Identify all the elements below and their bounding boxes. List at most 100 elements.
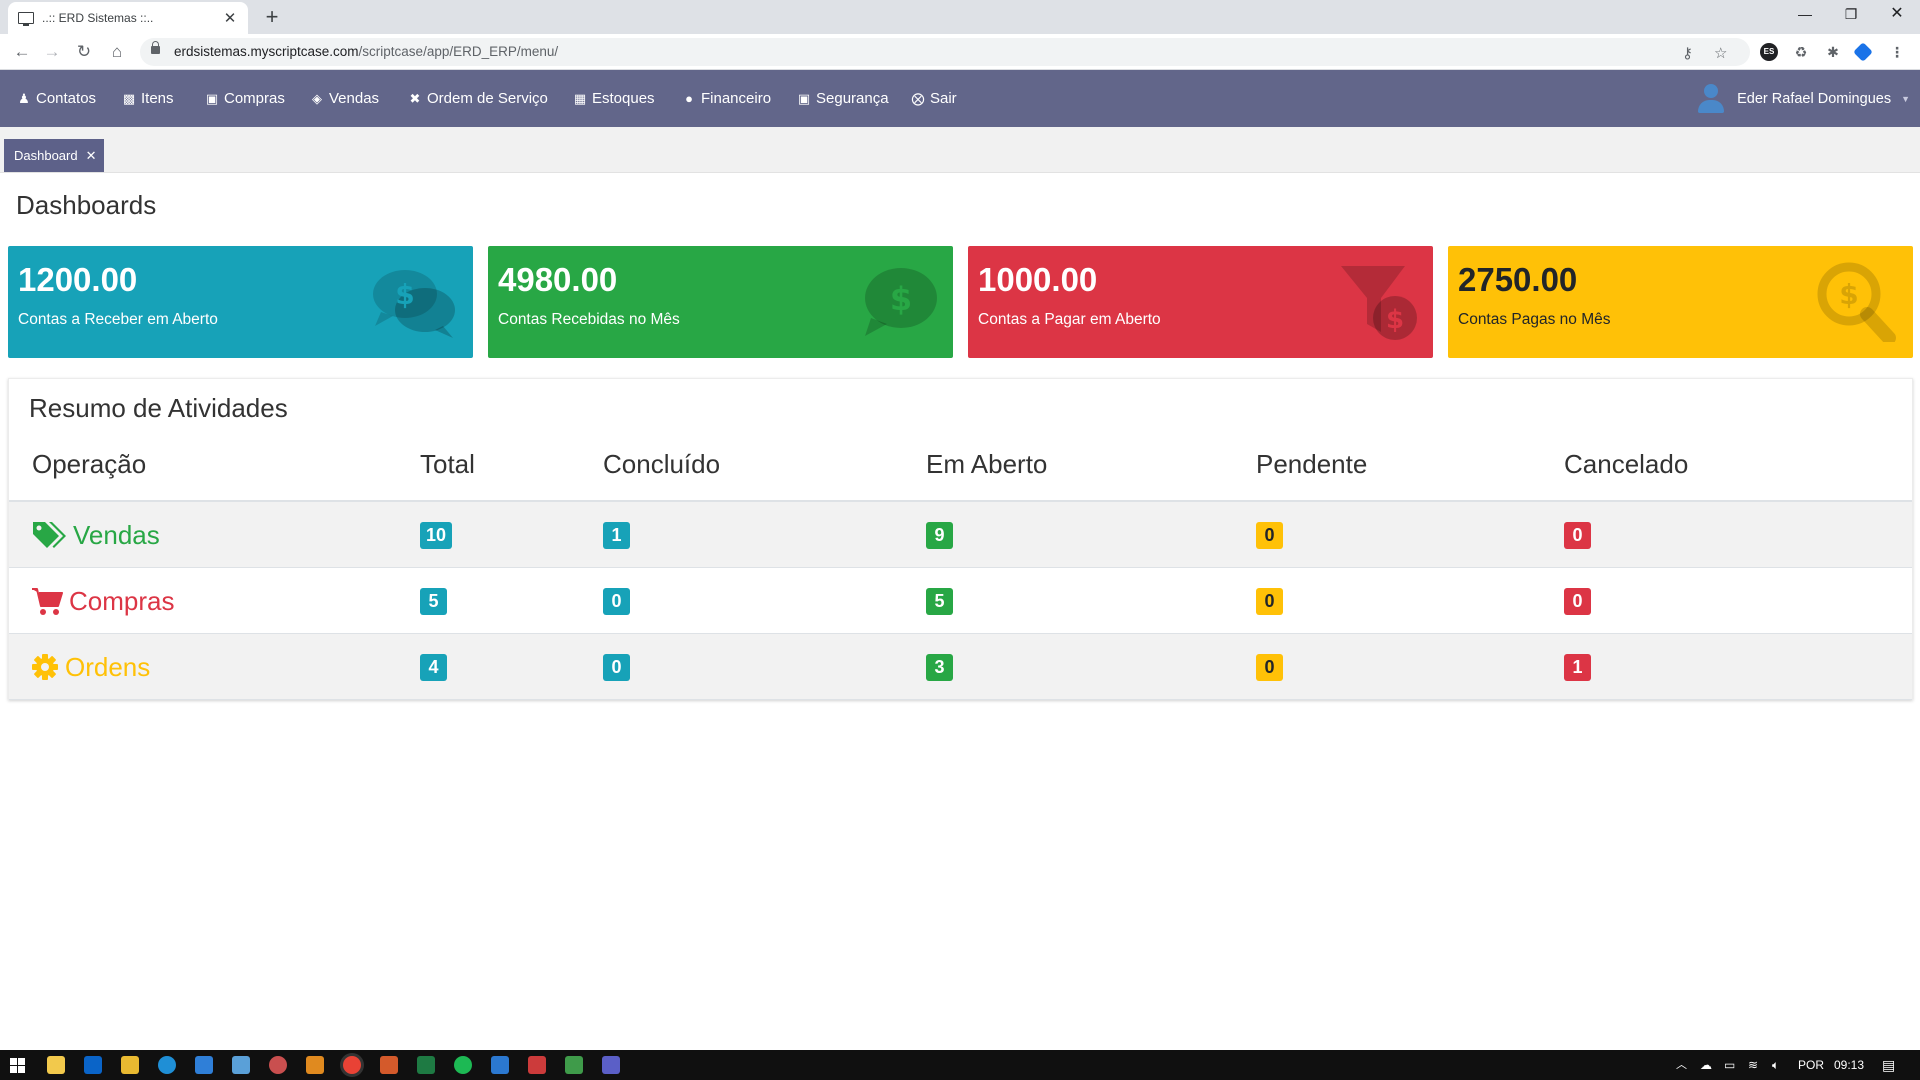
shopping-bag-icon: ▣ <box>205 90 219 106</box>
file-explorer-icon[interactable] <box>47 1056 65 1074</box>
comments-dollar-icon: $ <box>373 270 455 338</box>
browser-tab[interactable]: ..:: ERD Sistemas ::.. ✕ <box>8 2 248 34</box>
card-value: 1000.00 <box>978 261 1098 298</box>
svg-text:$: $ <box>890 280 912 318</box>
operation-label: Vendas <box>73 519 160 550</box>
back-button[interactable]: ← <box>8 38 36 66</box>
warehouse-icon: ▦ <box>573 90 587 106</box>
notifications-icon[interactable]: ▤ <box>1882 1050 1895 1080</box>
clock[interactable]: 09:13 <box>1834 1050 1864 1080</box>
sublime-icon[interactable] <box>306 1056 324 1074</box>
volume-icon[interactable]: 🔈︎ <box>1772 1050 1779 1080</box>
chevron-down-icon: ▼ <box>1901 93 1910 104</box>
badge-total: 10 <box>420 522 453 549</box>
app-icon[interactable] <box>269 1056 287 1074</box>
money-icon: ● <box>685 91 693 106</box>
spreadsheet-icon[interactable] <box>565 1056 583 1074</box>
operation-ordens[interactable]: Ordens <box>31 634 150 700</box>
extensions-puzzle-icon[interactable]: ✱ <box>1824 43 1842 61</box>
user-menu[interactable]: Eder Rafael Domingues ▼ <box>1697 70 1910 127</box>
minimize-button[interactable]: — <box>1782 0 1828 30</box>
menu-item-financeiro[interactable]: ● Financeiro <box>681 70 771 127</box>
outlook-icon[interactable] <box>84 1056 102 1074</box>
menu-item-compras[interactable]: ▣ Compras <box>204 70 285 127</box>
bookmark-star-icon[interactable]: ☆ <box>1714 44 1727 62</box>
svg-text:$: $ <box>1386 305 1404 335</box>
main-menu: ♟ Contatos ▩ Itens ▣ Compras ◈ Vendas ✖ Ordem… <box>0 70 1920 127</box>
windows-start-icon[interactable] <box>10 1058 25 1073</box>
badge-pendente: 0 <box>1256 522 1283 549</box>
menu-item-sair[interactable]: ⨂ Sair <box>910 70 957 127</box>
card-contas-a-receber: 1200.00 Contas a Receber em Aberto $ <box>8 246 473 358</box>
address-bar[interactable]: erdsistemas.myscriptcase.com/scriptcase/… <box>140 38 1750 66</box>
table-row: Vendas 10 1 9 0 0 <box>9 502 1912 568</box>
excel-icon[interactable] <box>417 1056 435 1074</box>
wifi-icon[interactable]: ≋ <box>1748 1050 1758 1080</box>
tab-dashboard-label: Dashboard <box>14 148 78 163</box>
column-header: Total <box>420 449 475 479</box>
notepad-icon[interactable] <box>232 1056 250 1074</box>
tags-icon <box>33 522 66 548</box>
close-icon[interactable]: ✕ <box>86 148 97 164</box>
reload-button[interactable]: ↻ <box>70 38 98 66</box>
card-contas-recebidas: 4980.00 Contas Recebidas no Mês $ <box>488 246 953 358</box>
tab-dashboard[interactable]: Dashboard ✕ <box>4 139 104 172</box>
new-tab-button[interactable]: + <box>258 4 286 32</box>
browser-menu-icon[interactable]: ⋮ <box>1888 43 1906 61</box>
summary-title: Resumo de Atividades <box>29 393 288 423</box>
menu-item-ordem-de-servico[interactable]: ✖ Ordem de Serviço <box>407 70 548 127</box>
chevron-up-icon[interactable]: ︿ <box>1676 1050 1687 1080</box>
cog-icon <box>32 654 58 680</box>
edge-icon[interactable] <box>158 1056 176 1074</box>
recycle-extension-icon[interactable]: ♻ <box>1792 43 1810 61</box>
close-window-button[interactable]: ✕ <box>1874 0 1920 30</box>
menu-item-contatos[interactable]: ♟ Contatos <box>16 70 96 127</box>
card-label: Contas a Pagar em Aberto <box>978 311 1161 328</box>
close-tab-icon[interactable]: ✕ <box>222 9 238 27</box>
spotify-icon[interactable] <box>454 1056 472 1074</box>
forward-button[interactable]: → <box>38 38 66 66</box>
cloud-icon[interactable]: ☁ <box>1700 1050 1712 1080</box>
comment-dollar-icon: $ <box>865 268 937 336</box>
teams-icon[interactable] <box>602 1056 620 1074</box>
card-value: 4980.00 <box>498 261 618 298</box>
cart-icon <box>32 588 63 615</box>
url-text: erdsistemas.myscriptcase.com/scriptcase/… <box>174 44 559 59</box>
badge-cancelado: 1 <box>1564 654 1591 681</box>
operation-label: Ordens <box>65 651 151 682</box>
card-label: Contas Pagas no Mês <box>1458 311 1611 328</box>
app-icon[interactable] <box>380 1056 398 1074</box>
key-icon[interactable]: ⚷ <box>1682 44 1693 62</box>
menu-item-itens[interactable]: ▩ Itens <box>121 70 174 127</box>
boxes-icon: ▩ <box>122 90 136 106</box>
battery-icon[interactable]: ▭ <box>1724 1050 1735 1080</box>
folder-app-icon[interactable] <box>121 1056 139 1074</box>
extension-blue-icon[interactable] <box>1853 42 1873 62</box>
table-row: Ordens 4 0 3 0 1 <box>9 634 1912 700</box>
monitor-icon <box>18 12 34 26</box>
brave-icon[interactable] <box>528 1056 546 1074</box>
badge-em-aberto: 9 <box>926 522 953 549</box>
badge-pendente: 0 <box>1256 588 1283 615</box>
restore-button[interactable]: ❐ <box>1828 0 1874 30</box>
operation-compras[interactable]: Compras <box>31 568 174 634</box>
mail-icon[interactable] <box>195 1056 213 1074</box>
home-button[interactable]: ⌂ <box>103 38 131 66</box>
search-dollar-icon: $ <box>1817 262 1896 342</box>
badge-cancelado: 0 <box>1564 522 1591 549</box>
tags-icon: ◈ <box>312 90 322 106</box>
tools-icon: ✖ <box>409 90 421 106</box>
page-title: Dashboards <box>16 190 157 220</box>
menu-item-seguranca[interactable]: ▣ Segurança <box>796 70 889 127</box>
menu-item-vendas[interactable]: ◈ Vendas <box>309 70 379 127</box>
extension-es-icon[interactable]: ES <box>1760 43 1778 61</box>
exit-icon: ⨂ <box>911 90 925 106</box>
chrome-icon[interactable] <box>343 1056 361 1074</box>
user-icon: ♟ <box>18 90 30 106</box>
language-indicator[interactable]: POR <box>1798 1050 1824 1080</box>
card-label: Contas Recebidas no Mês <box>498 311 680 328</box>
operation-vendas[interactable]: Vendas <box>31 502 160 568</box>
document-icon[interactable] <box>491 1056 509 1074</box>
browser-tab-title: ..:: ERD Sistemas ::.. <box>42 11 154 25</box>
menu-item-estoques[interactable]: ▦ Estoques <box>572 70 655 127</box>
